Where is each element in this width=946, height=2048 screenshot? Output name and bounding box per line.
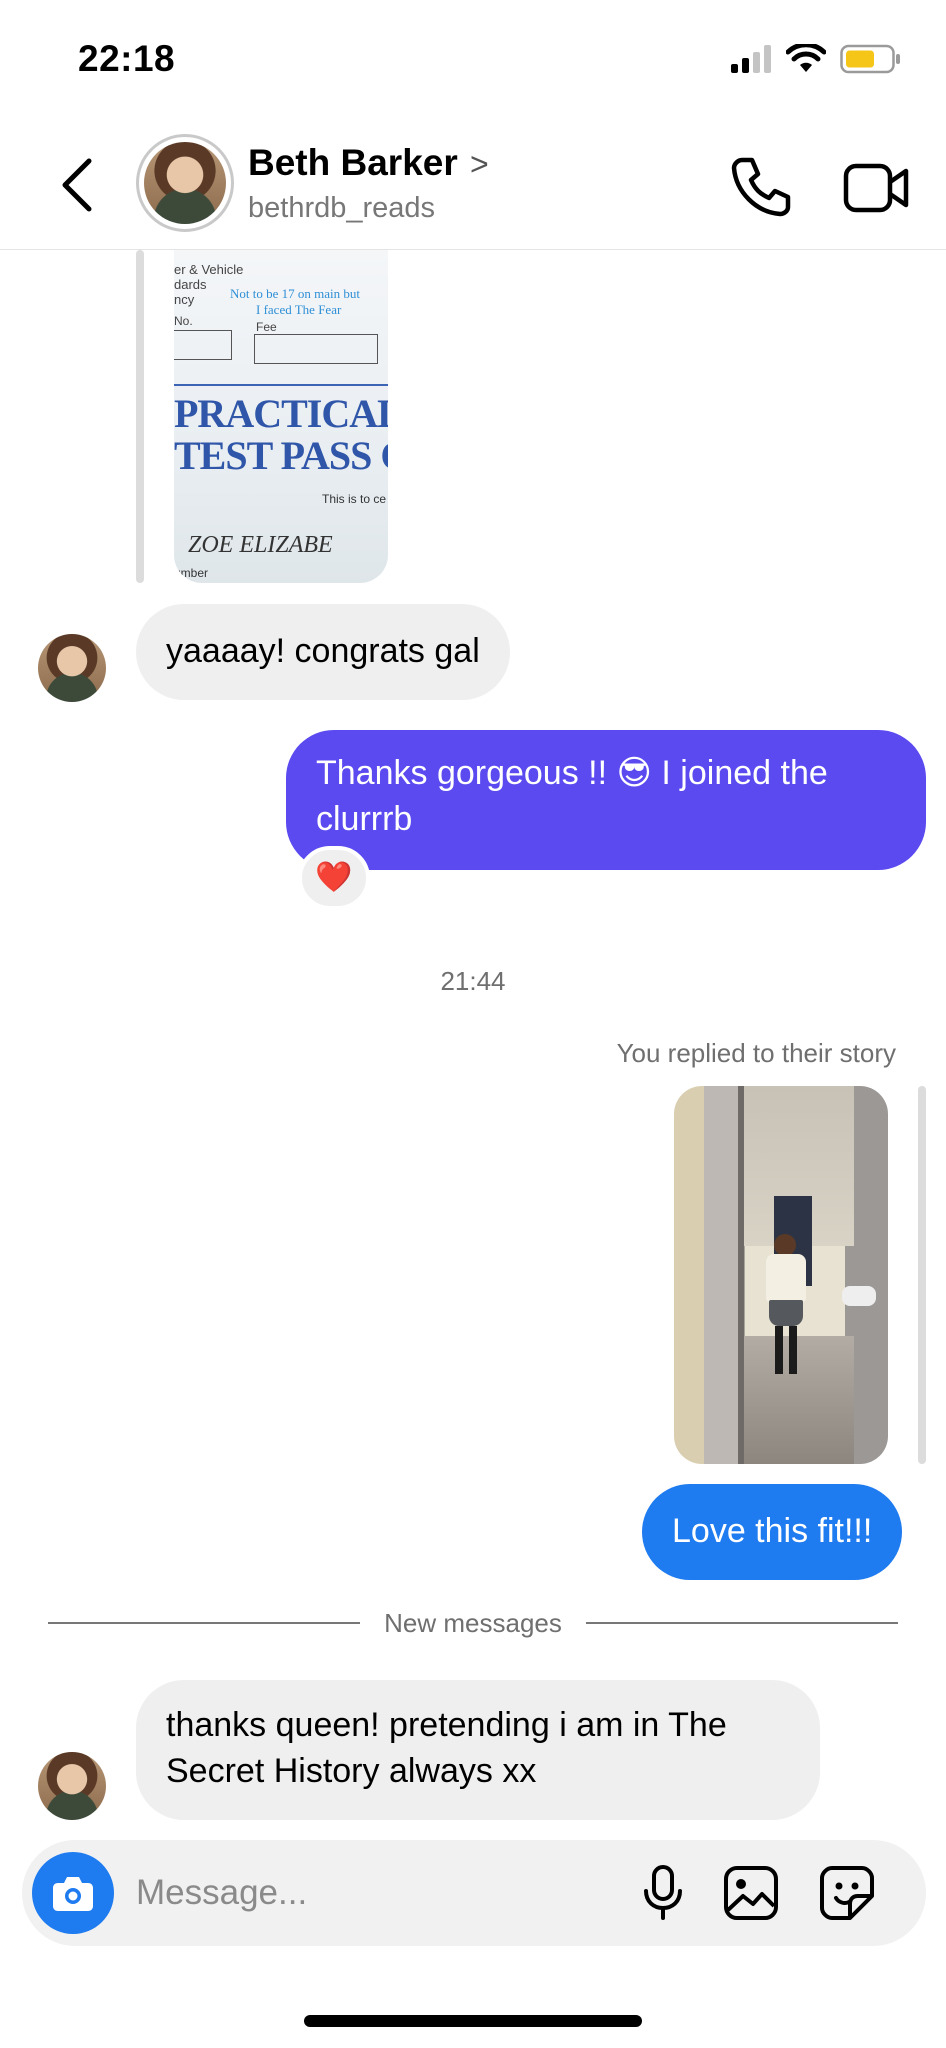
handwritten-signature: ZOE ELIZABE [188,532,333,558]
avatar-photo [144,142,226,224]
room-floor [744,1336,854,1464]
image-text: PRACTICAL [174,391,388,436]
divider-line [586,1622,898,1624]
image-text: ncy [174,292,195,307]
form-box [174,330,232,360]
message-text: thanks queen! pretending i am in The Sec… [166,1706,727,1790]
message-bubble-incoming[interactable]: yaaaay! congrats gal [136,604,510,700]
message-input[interactable] [136,1864,576,1922]
rule-line [174,384,388,386]
certificate-photo[interactable]: er & Vehicle dards ncy No. Fee Not to be… [174,250,388,583]
image-text: dards [174,277,207,292]
message-bubble-outgoing[interactable]: Love this fit!!! [642,1484,903,1580]
reply-indicator-bar [918,1086,926,1464]
wifi-icon [786,44,826,72]
contact-name[interactable]: Beth Barker [248,142,458,184]
sender-avatar[interactable] [38,1752,106,1820]
image-text: No. [174,314,193,328]
reply-indicator-bar [136,250,144,583]
chat-header: Beth Barker > bethrdb_reads [0,120,946,250]
camera-button[interactable] [32,1852,114,1934]
person-sweater [766,1254,806,1302]
handwritten-note: I faced The Fear [256,302,342,317]
video-camera-icon [843,163,909,213]
gallery-icon [724,1866,778,1920]
message-text: Thanks gorgeous !! [316,754,617,792]
story-photo[interactable] [674,1086,888,1464]
person-skirt [769,1300,803,1326]
sender-avatar[interactable] [38,634,106,702]
home-indicator[interactable] [304,2015,642,2027]
heart-reaction-icon: ❤️ [315,861,353,894]
image-text: er & Vehicle [174,262,244,277]
person-leg [775,1326,783,1374]
phone-icon [731,157,791,217]
image-text: This is to ce [322,492,387,506]
person-head [774,1234,796,1256]
call-button[interactable] [728,154,794,220]
status-icons [730,44,902,74]
form-box [254,334,378,364]
chevron-right-icon[interactable]: > [470,146,489,183]
story-reply-note: You replied to their story [616,1038,896,1068]
image-text: umber [174,566,209,580]
gallery-button[interactable] [722,1864,780,1922]
sunglasses-emoji: 😎 [616,754,652,792]
status-time: 22:18 [78,38,176,79]
cellular-signal-icon [731,45,771,73]
message-text: Love this fit!!! [672,1512,873,1550]
sticker-icon [820,1866,874,1920]
back-button[interactable] [52,152,102,218]
handwritten-note: Not to be 17 on main but [230,286,360,301]
image-text: Fee [256,320,277,334]
message-bubble-outgoing[interactable]: Thanks gorgeous !! 😎 I joined the clurrr… [286,730,926,870]
battery-icon [840,44,900,74]
message-bubble-incoming[interactable]: thanks queen! pretending i am in The Sec… [136,1680,820,1820]
microphone-icon [644,1865,682,1920]
video-call-button[interactable] [842,154,912,220]
reaction-badge[interactable]: ❤️ [298,846,370,910]
message-composer [22,1840,926,1946]
sticker-button[interactable] [818,1864,876,1922]
voice-button[interactable] [634,1864,692,1922]
timestamp: 21:44 [440,966,506,996]
person-leg [789,1326,797,1374]
message-text: yaaaay! congrats gal [166,632,480,670]
room-sink [842,1286,876,1306]
image-text: TEST PASS C [174,433,388,478]
back-arrow-icon [62,158,92,212]
header-avatar[interactable] [136,134,234,232]
camera-icon [53,1877,93,1911]
contact-username[interactable]: bethrdb_reads [248,192,435,225]
